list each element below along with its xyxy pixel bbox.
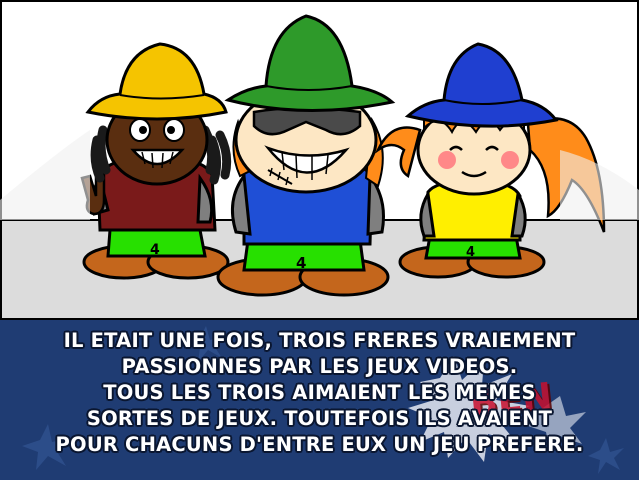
caption-panel: BEN IL ETAIT UNE FOIS, TROIS FRERES VRAI… (0, 320, 639, 480)
narration-caption: IL ETAIT UNE FOIS, TROIS FRERES VRAIEMEN… (0, 328, 639, 458)
comic-panel: 4 4 4 BEN IL ETAIT UNE FOIS, TROIS FRERE… (0, 0, 639, 480)
caption-line: IL ETAIT UNE FOIS, TROIS FRERES VRAIEMEN… (63, 329, 576, 352)
comic-scene: 4 4 4 (0, 0, 639, 320)
caption-line: TOUS LES TROIS AIMAIENT LES MEMES (103, 381, 536, 404)
svg-text:4: 4 (150, 242, 160, 258)
caption-line: PASSIONNES PAR LES JEUX VIDEOS. (121, 355, 518, 378)
svg-text:4: 4 (296, 254, 306, 272)
caption-line: POUR CHACUNS D'ENTRE EUX UN JEU PREFERE. (55, 433, 584, 456)
svg-text:4: 4 (466, 245, 475, 260)
caption-line: SORTES DE JEUX. TOUTEFOIS ILS AVAIENT (86, 407, 553, 430)
